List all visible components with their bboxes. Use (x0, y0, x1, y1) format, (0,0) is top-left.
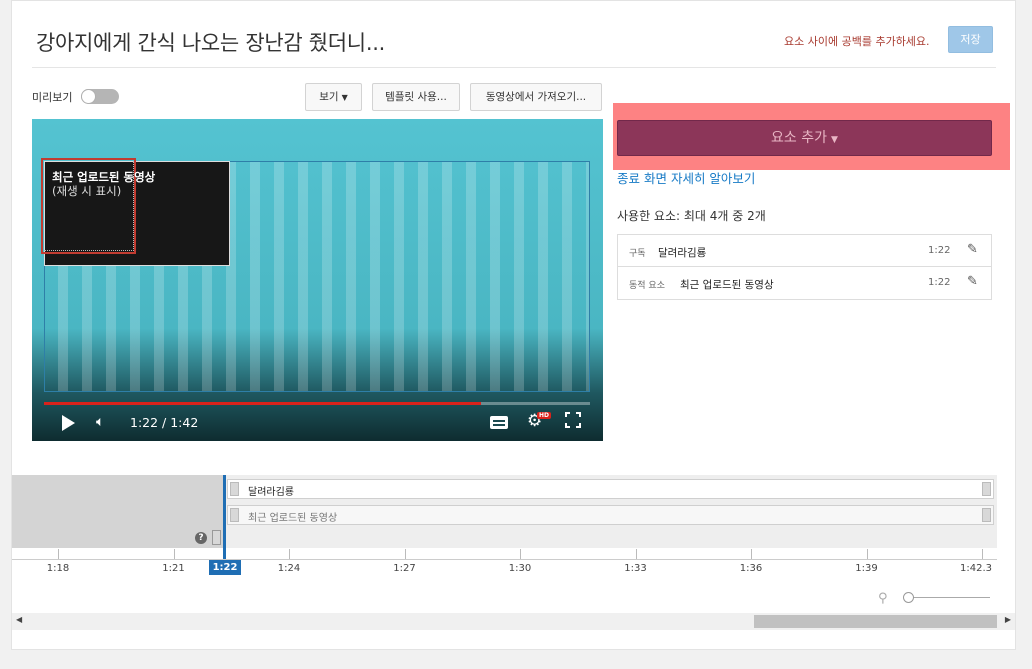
horizontal-scrollbar[interactable]: ◀ ▶ (12, 613, 1015, 630)
timeline-inactive-region (12, 475, 224, 548)
end-screen-start-handle[interactable] (212, 530, 221, 545)
learn-more-link[interactable]: 종료 화면 자세히 알아보기 (617, 168, 755, 187)
timeline-tick (404, 549, 406, 559)
view-label: 보기 (319, 91, 339, 103)
save-button[interactable]: 저장 (948, 26, 993, 53)
zoom-search-icon: ⚲ (878, 591, 888, 606)
subtitles-icon[interactable] (490, 416, 508, 429)
hd-badge: HD (537, 412, 552, 419)
preview-toggle[interactable] (81, 89, 119, 104)
timeline-tracks: 달려라김룡 최근 업로드된 동영상 (224, 475, 997, 548)
timeline-tick-label: 1:30 (508, 563, 532, 574)
timeline-tick (289, 549, 290, 559)
timeline-tick (173, 549, 175, 559)
add-element-label: 요소 추가 (771, 130, 828, 146)
element-time: 1:22 (928, 245, 951, 256)
timeline-tick-label: 1:39 (855, 563, 878, 574)
fullscreen-icon[interactable] (565, 412, 581, 428)
spacing-hint: 요소 사이에 공백를 추가하세요. (784, 35, 930, 48)
volume-icon[interactable]: 🔈︎ (96, 414, 104, 430)
playhead-time-label: 1:22 (209, 560, 241, 575)
timeline-track-subscribe[interactable]: 달려라김룡 (227, 479, 994, 499)
timeline-tick-label: 1:24 (277, 563, 301, 574)
element-row-subscribe[interactable]: 구독 달려라김룡 1:22 ✎ (618, 235, 991, 267)
video-preview[interactable]: 최근 업로드된 동영상 (재생 시 표시) 🔈︎ 1:22 / 1:42 ⚙ H… (32, 119, 603, 441)
edit-pencil-icon[interactable]: ✎ (967, 274, 978, 289)
progress-bar[interactable] (44, 402, 590, 405)
play-icon[interactable] (62, 415, 75, 431)
timeline-tick (520, 549, 521, 559)
zoom-slider[interactable] (905, 597, 990, 598)
playhead[interactable] (223, 475, 226, 561)
toggle-knob (81, 89, 96, 104)
timeline-tick-label: 1:27 (393, 563, 416, 574)
element-name: 최근 업로드된 동영상 (680, 279, 774, 291)
element-time: 1:22 (928, 277, 951, 288)
caret-down-icon: ▼ (341, 93, 348, 102)
element-list: 구독 달려라김룡 1:22 ✎ 동적 요소 최근 업로드된 동영상 1:22 ✎ (617, 234, 992, 300)
track-end-handle[interactable] (982, 482, 991, 496)
timecode: 1:22 / 1:42 (130, 415, 199, 430)
element-name: 달려라김룡 (658, 247, 707, 259)
scrollbar-thumb[interactable] (754, 615, 997, 628)
elements-used-count: 사용한 요소: 최대 4개 중 2개 (617, 209, 766, 223)
caret-down-icon: ▼ (831, 135, 838, 145)
timeline-tick-label: 1:42.3 (960, 563, 992, 574)
use-template-button[interactable]: 템플릿 사용... (372, 83, 460, 111)
track-start-handle[interactable] (230, 508, 239, 522)
element-type: 구독 (629, 249, 646, 259)
video-title: 강아지에게 간식 나오는 장난감 줬더니... (36, 31, 385, 55)
help-icon[interactable]: ? (195, 532, 207, 544)
timeline-tick-label: 1:33 (624, 563, 647, 574)
header-divider (32, 67, 996, 68)
timeline-ruler (12, 559, 997, 560)
track-end-handle[interactable] (982, 508, 991, 522)
timeline-tick (751, 549, 752, 559)
preview-label: 미리보기 (32, 91, 73, 104)
timeline-tick-label: 1:18 (46, 563, 70, 574)
view-dropdown[interactable]: 보기 ▼ (305, 83, 362, 111)
timeline-tick (982, 549, 983, 559)
timeline-tick (635, 549, 637, 559)
progress-fill (44, 402, 481, 405)
timeline-track-video[interactable]: 최근 업로드된 동영상 (227, 505, 994, 525)
add-element-button[interactable]: 요소 추가 ▼ (617, 120, 992, 156)
element-card-subtitle: (재생 시 표시) (52, 184, 122, 198)
scroll-left-arrow-icon[interactable]: ◀ (16, 615, 22, 624)
track-label: 최근 업로드된 동영상 (248, 513, 338, 524)
timeline-tick-label: 1:21 (162, 563, 185, 574)
element-type: 동적 요소 (629, 281, 665, 291)
track-label: 달려라김룡 (248, 487, 294, 498)
scroll-right-arrow-icon[interactable]: ▶ (1005, 615, 1011, 624)
timeline-tick-label: 1:36 (739, 563, 763, 574)
zoom-slider-knob[interactable] (903, 592, 914, 603)
import-from-video-button[interactable]: 동영상에서 가져오기... (470, 83, 602, 111)
timeline-tick (58, 549, 59, 559)
timeline-tick (866, 549, 868, 559)
track-start-handle[interactable] (230, 482, 239, 496)
edit-pencil-icon[interactable]: ✎ (967, 242, 978, 257)
element-row-video[interactable]: 동적 요소 최근 업로드된 동영상 1:22 ✎ (618, 267, 991, 299)
end-screen-editor: 강아지에게 간식 나오는 장난감 줬더니... 요소 사이에 공백를 추가하세요… (11, 0, 1016, 650)
